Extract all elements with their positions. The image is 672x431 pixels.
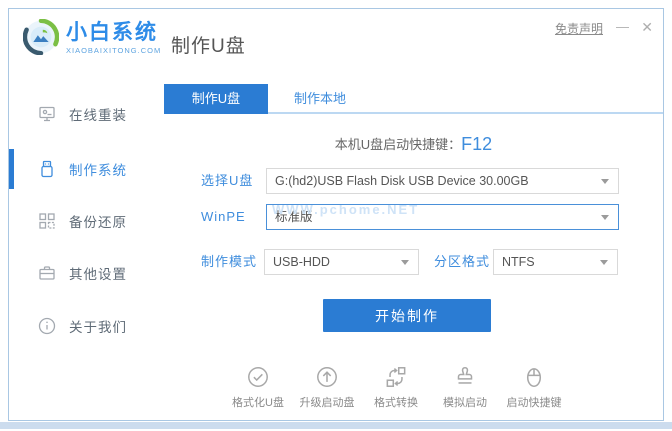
- tab-bar: 制作U盘 制作本地: [164, 84, 663, 114]
- boot-hotkey-hint: 本机U盘启动快捷键：F12: [164, 134, 663, 155]
- window-shadow: [0, 422, 672, 429]
- tool-upgrade-boot-disk[interactable]: 升级启动盘: [294, 364, 360, 410]
- tab-make-usb[interactable]: 制作U盘: [164, 84, 268, 114]
- sidebar-item-label: 在线重装: [69, 108, 127, 123]
- sidebar-item-label: 其他设置: [69, 267, 127, 282]
- chevron-down-icon: [601, 179, 609, 184]
- info-icon: [37, 316, 57, 336]
- monitor-icon: [37, 104, 57, 124]
- sidebar-item-label: 备份还原: [69, 215, 127, 230]
- tool-label: 格式化U盘: [232, 397, 284, 409]
- check-circle-icon: [245, 364, 271, 390]
- brand-block: 小白系统 XIAOBAIXITONG.COM: [66, 21, 161, 55]
- mouse-icon: [521, 364, 547, 390]
- minimize-button[interactable]: —: [616, 19, 629, 34]
- boot-hotkey-value: F12: [461, 134, 493, 154]
- arrow-up-circle-icon: [314, 364, 340, 390]
- app-window: 小白系统 XIAOBAIXITONG.COM 制作U盘 免责声明 — ✕ 在线重…: [8, 8, 664, 421]
- make-mode-dropdown[interactable]: USB-HDD: [264, 249, 419, 275]
- sidebar-item-label: 制作系统: [69, 163, 127, 178]
- tool-format-convert[interactable]: 格式转换: [363, 364, 429, 410]
- winpe-value: 标准版: [275, 210, 313, 224]
- make-mode-value: USB-HDD: [273, 255, 330, 269]
- tool-label: 升级启动盘: [299, 397, 355, 409]
- grid-icon: [37, 211, 57, 231]
- partition-format-label: 分区格式: [434, 254, 491, 269]
- stamp-icon: [452, 364, 478, 390]
- tool-label: 模拟启动: [443, 397, 487, 409]
- sidebar-item-other-settings[interactable]: 其他设置: [9, 261, 159, 285]
- sidebar-item-label: 关于我们: [69, 320, 127, 335]
- disclaimer-link[interactable]: 免责声明: [555, 20, 603, 37]
- chevron-down-icon: [601, 215, 609, 220]
- tool-simulate-boot[interactable]: 模拟启动: [432, 364, 498, 410]
- swirl-globe-logo-icon: [23, 19, 59, 55]
- chevron-down-icon: [600, 260, 608, 265]
- tool-label: 启动快捷键: [506, 397, 562, 409]
- winpe-dropdown[interactable]: WWW.pchome.NET 标准版: [266, 204, 619, 230]
- tool-format-usb[interactable]: 格式化U盘: [225, 364, 291, 410]
- partition-format-value: NTFS: [502, 255, 535, 269]
- usb-select-dropdown[interactable]: G:(hd2)USB Flash Disk USB Device 30.00GB: [266, 168, 619, 194]
- sidebar-item-online-reinstall[interactable]: 在线重装: [9, 102, 159, 126]
- app-logo: [23, 19, 59, 55]
- partition-format-dropdown[interactable]: NTFS: [493, 249, 618, 275]
- tool-boot-hotkey[interactable]: 启动快捷键: [501, 364, 567, 410]
- usb-select-label: 选择U盘: [201, 173, 254, 188]
- brand-name: 小白系统: [66, 21, 158, 44]
- usb-drive-icon: [37, 159, 57, 179]
- sidebar-item-backup-restore[interactable]: 备份还原: [9, 209, 159, 233]
- brand-subtitle: XIAOBAIXITONG.COM: [66, 46, 162, 55]
- page-title: 制作U盘: [171, 36, 246, 57]
- make-mode-label: 制作模式: [201, 254, 258, 269]
- chevron-down-icon: [401, 260, 409, 265]
- close-button[interactable]: ✕: [641, 19, 653, 36]
- usb-select-value: G:(hd2)USB Flash Disk USB Device 30.00GB: [275, 174, 529, 188]
- sidebar-item-about-us[interactable]: 关于我们: [9, 314, 159, 338]
- briefcase-icon: [37, 263, 57, 283]
- footer-toolbar: 格式化U盘 升级启动盘 格式转换 模拟启动 启动快捷键: [225, 364, 567, 410]
- winpe-label: WinPE: [201, 209, 246, 224]
- tab-make-local[interactable]: 制作本地: [268, 84, 372, 114]
- boot-hotkey-label: 本机U盘启动快捷键：: [334, 137, 462, 152]
- start-make-button[interactable]: 开始制作: [323, 299, 491, 332]
- convert-arrows-icon: [383, 364, 409, 390]
- tool-label: 格式转换: [374, 397, 418, 409]
- sidebar-item-make-system[interactable]: 制作系统: [9, 157, 159, 181]
